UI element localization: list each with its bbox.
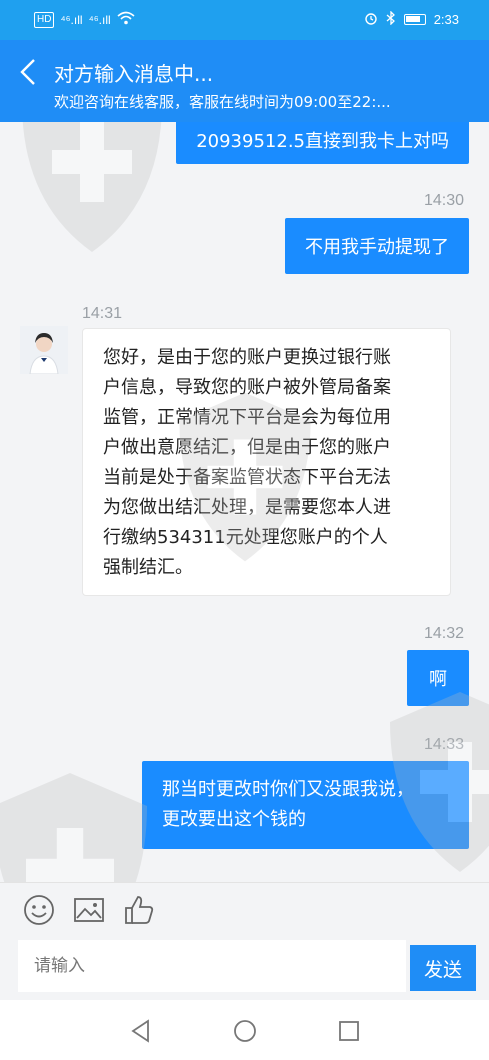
timestamp: 14:33 (424, 736, 465, 753)
chat-header: 对方输入消息中... 欢迎咨询在线客服，客服在线时间为09:00至22:... (0, 40, 489, 122)
message-line: 您好，是由于您的账户更换过银行账 (103, 347, 391, 368)
message-incoming: 您好，是由于您的账户更换过银行账 户信息，导致您的账户被外管局备案 监管，正常情… (82, 328, 451, 596)
message-outgoing: 20939512.5直接到我卡上对吗 (176, 122, 469, 164)
page-title: 对方输入消息中... (54, 62, 214, 86)
hd-badge: HD (34, 11, 55, 28)
timestamp: 14:31 (82, 305, 123, 322)
bluetooth-icon (386, 10, 396, 28)
emoji-icon[interactable] (22, 893, 56, 927)
message-text: 20939512.5直接到我卡上对吗 (196, 131, 449, 152)
message-line: 户做出意愿结汇，但是由于您的账户 (103, 437, 391, 458)
timestamp: 14:30 (424, 192, 465, 209)
thumbs-up-icon[interactable] (122, 893, 156, 927)
message-list[interactable]: 20939512.5直接到我卡上对吗 14:30 不用我手动提现了 14:31 … (0, 122, 489, 882)
message-outgoing: 不用我手动提现了 (285, 218, 469, 274)
alarm-icon (364, 11, 378, 28)
message-text: 不用我手动提现了 (305, 237, 449, 258)
message-input[interactable] (18, 940, 406, 992)
message-line: 行缴纳534311元处理您账户的个人 (103, 527, 388, 548)
message-outgoing: 啊 (407, 650, 469, 706)
signal-icon-1: ⁴⁶.ıll (60, 12, 83, 27)
send-button[interactable]: 发送 (410, 945, 476, 991)
message-outgoing: 那当时更改时你们又没跟我说， 更改要出这个钱的 (142, 761, 469, 849)
message-line: 那当时更改时你们又没跟我说， (162, 779, 414, 800)
signal-icon-2: ⁴⁶.ıll (88, 12, 111, 27)
image-icon[interactable] (72, 893, 106, 927)
message-line: 当前是处于备案监管状态下平台无法 (103, 467, 391, 488)
message-line: 强制结汇。 (103, 557, 193, 578)
message-line: 为您做出结汇处理，是需要您本人进 (103, 497, 391, 518)
shield-watermark-icon (0, 773, 147, 882)
back-triangle-icon[interactable] (128, 1018, 154, 1044)
wifi-icon (117, 11, 135, 28)
shield-watermark-icon (22, 122, 162, 252)
battery-icon (403, 14, 426, 25)
avatar[interactable] (20, 326, 68, 374)
recents-square-icon[interactable] (336, 1018, 362, 1044)
composer: 发送 (18, 940, 476, 992)
timestamp: 14:32 (424, 625, 465, 642)
system-nav-bar (0, 1000, 489, 1060)
message-text: 啊 (429, 669, 447, 690)
page-subtitle: 欢迎咨询在线客服，客服在线时间为09:00至22:... (54, 93, 391, 111)
chevron-left-icon[interactable] (18, 56, 38, 95)
message-line: 监管，正常情况下平台是会为每位用 (103, 407, 391, 428)
status-bar: HD ⁴⁶.ıll ⁴⁶.ıll 2:33 (0, 0, 489, 40)
message-line: 户信息，导致您的账户被外管局备案 (103, 377, 391, 398)
clock-time: 2:33 (433, 11, 459, 27)
message-line: 更改要出这个钱的 (162, 809, 306, 830)
composer-toolbar (0, 882, 489, 934)
home-circle-icon[interactable] (232, 1018, 258, 1044)
